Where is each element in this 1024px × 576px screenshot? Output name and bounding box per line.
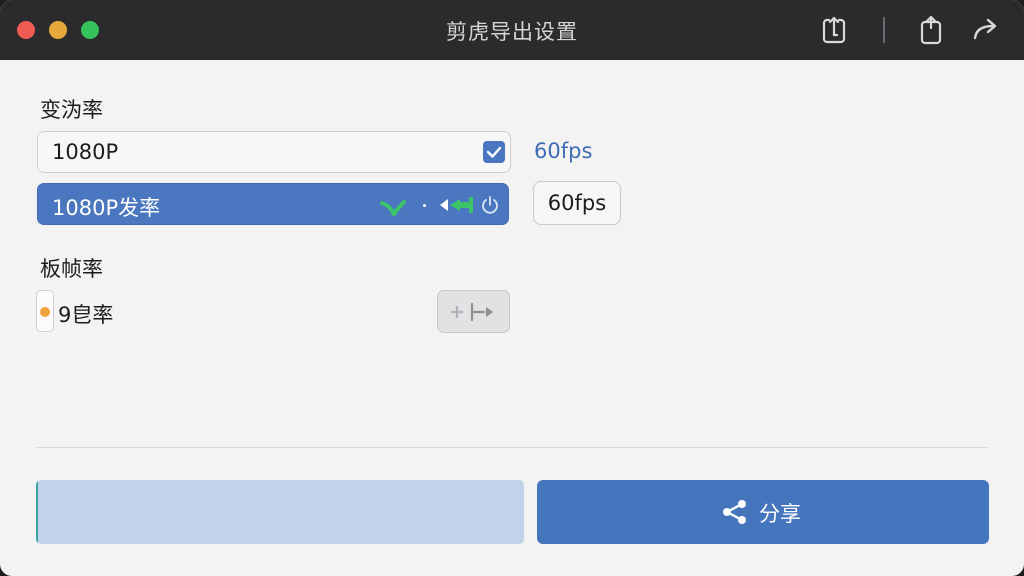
resolution-checkbox[interactable] bbox=[483, 141, 505, 163]
title-bar: 剪虎导出设置 bbox=[0, 0, 1024, 60]
section-divider bbox=[36, 447, 988, 448]
resolution-section-label: 变沩率 bbox=[40, 98, 103, 122]
share-button[interactable]: 分享 bbox=[537, 480, 989, 544]
green-check-icon[interactable] bbox=[380, 193, 410, 217]
resolution-value: 1080P bbox=[52, 140, 119, 164]
bitrate-value: 1080P发率 bbox=[52, 196, 161, 220]
separator-dot bbox=[423, 204, 426, 207]
fps-link[interactable]: 60fps bbox=[534, 139, 592, 163]
export-icon[interactable] bbox=[819, 14, 849, 46]
frame-step-icon bbox=[450, 302, 493, 322]
bitrate-select[interactable]: 1080P发率 bbox=[37, 183, 509, 225]
export-progress-fill bbox=[36, 480, 38, 544]
forward-arrow-icon[interactable] bbox=[971, 14, 1001, 46]
status-indicator-dot bbox=[40, 307, 50, 317]
window-title: 剪虎导出设置 bbox=[446, 20, 578, 44]
export-settings-window: 剪虎导出设置 变沩率 1080P 60fps 1080P发率 60fps 板帧率… bbox=[0, 0, 1024, 576]
frame-step-button[interactable] bbox=[437, 290, 510, 333]
export-progress-bar bbox=[36, 480, 524, 544]
checkmark-icon bbox=[486, 146, 502, 158]
share-square-icon[interactable] bbox=[916, 14, 946, 46]
framerate-section-label: 板帧率 bbox=[40, 257, 103, 281]
share-icon bbox=[723, 500, 746, 524]
resolution-select[interactable]: 1080P bbox=[37, 131, 511, 173]
toolbar-separator bbox=[883, 17, 885, 43]
green-arrow-icon[interactable] bbox=[436, 194, 476, 216]
share-label: 分享 bbox=[759, 502, 801, 526]
framerate-value: 9皀率 bbox=[58, 303, 114, 327]
power-icon[interactable] bbox=[480, 195, 500, 215]
fps-button[interactable]: 60fps bbox=[533, 181, 621, 225]
